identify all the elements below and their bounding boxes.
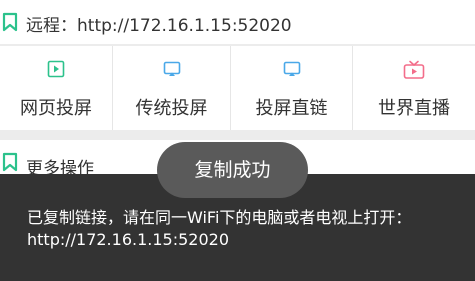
copy-link-message: 已复制链接，请在同一WiFi下的电脑或者电视上打开：http://172.16.…	[27, 208, 412, 249]
card-label: 投屏直链	[255, 98, 328, 119]
card-web-cast[interactable]: 网页投屏	[0, 46, 113, 130]
card-label: 传统投屏	[135, 98, 208, 119]
tv-icon	[403, 60, 425, 84]
copy-success-toast: 复制成功	[157, 142, 308, 198]
cast-screen-icon	[283, 60, 301, 82]
bookmark-icon	[2, 152, 18, 176]
card-label: 世界直播	[378, 98, 450, 119]
cast-screen-icon	[163, 60, 181, 82]
remote-url-text: 远程：http://172.16.1.15:52020	[26, 16, 292, 36]
card-traditional-cast[interactable]: 传统投屏	[113, 46, 231, 130]
bookmark-icon	[2, 12, 18, 36]
remote-url-bar[interactable]: 远程：http://172.16.1.15:52020	[0, 0, 475, 44]
card-direct-link[interactable]: 投屏直链	[231, 46, 353, 130]
card-world-live[interactable]: 世界直播	[353, 46, 475, 130]
play-square-icon	[47, 60, 65, 82]
card-label: 网页投屏	[20, 98, 92, 119]
cast-options: 网页投屏 传统投屏 投屏直链 世界直播	[0, 46, 475, 130]
